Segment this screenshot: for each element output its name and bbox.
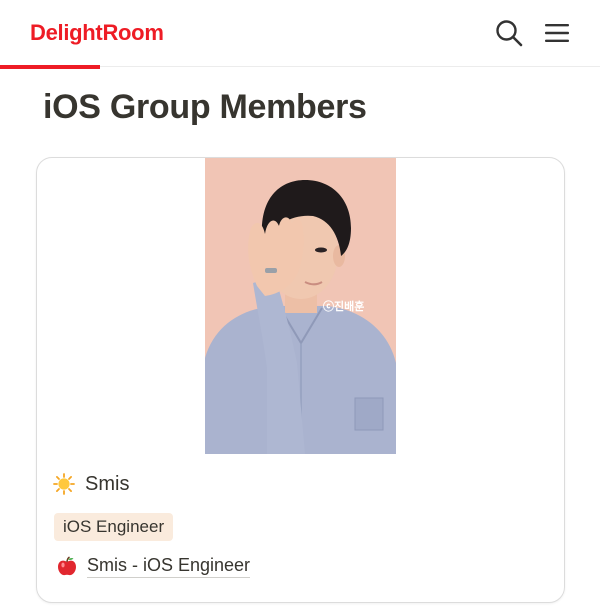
search-icon — [496, 20, 523, 47]
sun-emoji-icon — [53, 473, 75, 495]
site-header: DelightRoom — [0, 0, 600, 67]
apple-emoji-icon — [58, 556, 76, 576]
member-name: Smis — [85, 472, 130, 495]
member-portrait-image: ⓒ진배훈 — [205, 158, 396, 454]
menu-button[interactable] — [540, 16, 574, 50]
member-name-row: Smis — [53, 470, 129, 498]
site-logo[interactable]: DelightRoom — [30, 20, 164, 46]
page-title: iOS Group Members — [43, 88, 367, 126]
member-page-link-text[interactable]: Smis - iOS Engineer — [87, 555, 251, 578]
photo-watermark: ⓒ진배훈 — [323, 299, 364, 313]
member-photo: ⓒ진배훈 — [205, 158, 396, 454]
hamburger-menu-icon — [545, 24, 569, 42]
member-page-link[interactable]: Smis - iOS Engineer — [57, 553, 251, 579]
member-card[interactable]: ⓒ진배훈 Smis iOS Engineer Smis - iOS Engine… — [36, 157, 565, 603]
role-tag: iOS Engineer — [54, 513, 174, 541]
page: DelightRoom iOS Group Members ⓒ진배훈 Smis … — [0, 0, 600, 613]
search-button[interactable] — [492, 16, 526, 50]
active-nav-indicator — [0, 65, 100, 69]
